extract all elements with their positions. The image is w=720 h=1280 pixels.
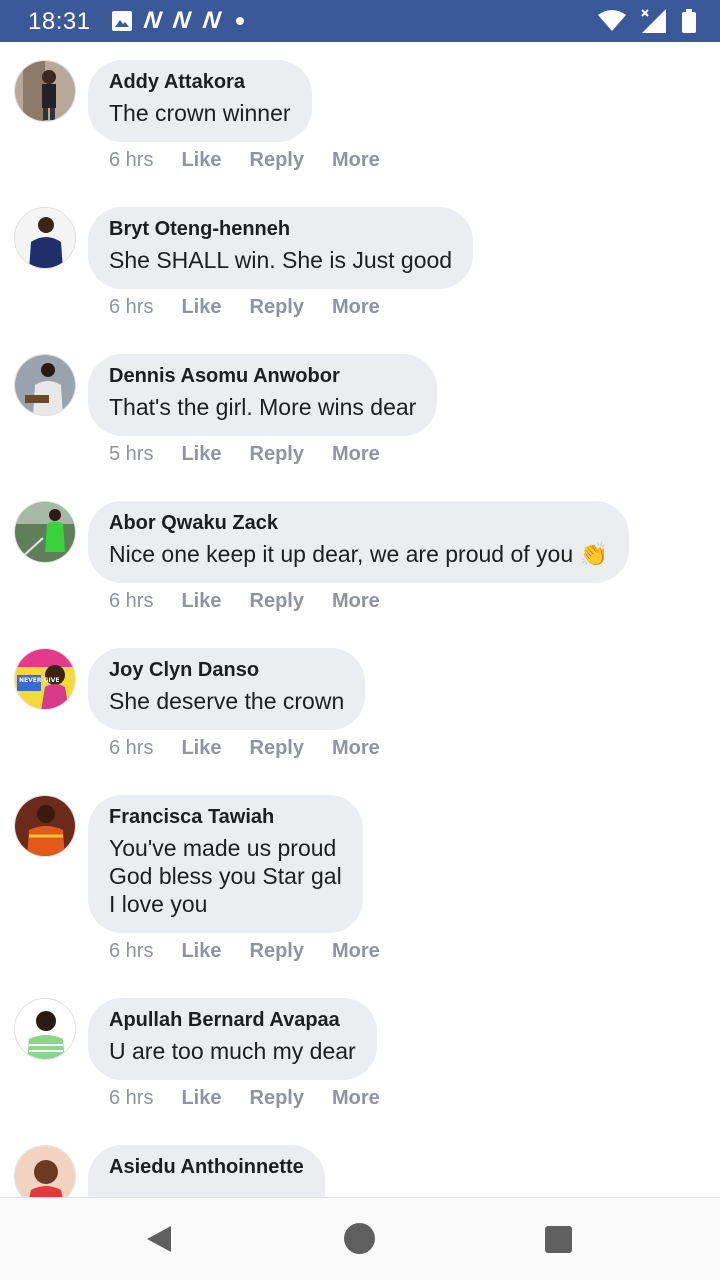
- comment-time[interactable]: 6 hrs: [109, 149, 153, 172]
- n-icon: N: [171, 7, 193, 34]
- comment-bubble[interactable]: Addy Attakora The crown winner: [88, 60, 312, 142]
- avatar[interactable]: NEVER GIVE: [14, 648, 76, 710]
- comment-time[interactable]: 5 hrs: [109, 443, 153, 466]
- like-button[interactable]: Like: [181, 940, 221, 963]
- recent-apps-icon[interactable]: [545, 1226, 572, 1253]
- comment-text: That's the girl. More wins dear: [109, 394, 417, 420]
- comment-bubble[interactable]: Dennis Asomu Anwobor That's the girl. Mo…: [88, 354, 438, 436]
- comment-actions: 6 hrs Like Reply More: [109, 940, 408, 963]
- comment-text: The crown winner: [109, 100, 291, 126]
- comment-actions: 6 hrs Like Reply More: [109, 296, 408, 319]
- comment-bubble[interactable]: Abor Qwaku Zack Nice one keep it up dear…: [88, 501, 630, 583]
- commenter-name[interactable]: Joy Clyn Danso: [109, 658, 344, 682]
- comment-text: Nice one keep it up dear, we are proud o…: [109, 541, 609, 567]
- more-button[interactable]: More: [332, 443, 380, 466]
- reply-button[interactable]: Reply: [250, 737, 304, 760]
- battery-icon: [682, 9, 696, 33]
- comment-time[interactable]: 6 hrs: [109, 296, 153, 319]
- status-bar: 18:31 N N N: [0, 0, 720, 42]
- commenter-name[interactable]: Addy Attakora: [109, 70, 291, 94]
- reply-button[interactable]: Reply: [250, 590, 304, 613]
- reply-button[interactable]: Reply: [250, 296, 304, 319]
- like-button[interactable]: Like: [181, 737, 221, 760]
- comment-time[interactable]: 6 hrs: [109, 737, 153, 760]
- comment-bubble[interactable]: Francisca Tawiah You've made us proud Go…: [88, 795, 363, 933]
- commenter-name[interactable]: Apullah Bernard Avapaa: [109, 1008, 356, 1032]
- avatar[interactable]: [14, 501, 76, 563]
- like-button[interactable]: Like: [181, 443, 221, 466]
- comment-bubble[interactable]: Bryt Oteng-henneh She SHALL win. She is …: [88, 207, 474, 289]
- more-button[interactable]: More: [332, 296, 380, 319]
- back-icon[interactable]: [145, 1224, 173, 1254]
- comment-text: She SHALL win. She is Just good: [109, 247, 453, 273]
- more-button[interactable]: More: [332, 149, 380, 172]
- n-icon: N: [200, 7, 222, 34]
- comments-feed[interactable]: Addy Attakora The crown winner 6 hrs Lik…: [0, 42, 720, 1197]
- more-button[interactable]: More: [332, 590, 380, 613]
- comment-bubble[interactable]: Asiedu Anthoinnette: [88, 1145, 325, 1197]
- navigation-bar: [0, 1197, 720, 1280]
- avatar[interactable]: [14, 354, 76, 416]
- avatar[interactable]: [14, 60, 76, 122]
- commenter-name[interactable]: Abor Qwaku Zack: [109, 511, 608, 535]
- avatar-badge-text: NEVER GIVE: [19, 677, 59, 684]
- wifi-icon: [598, 10, 626, 31]
- signal-icon: [641, 9, 666, 33]
- comment-bubble[interactable]: Apullah Bernard Avapaa U are too much my…: [88, 998, 377, 1080]
- commenter-name[interactable]: Bryt Oteng-henneh: [109, 217, 452, 241]
- avatar[interactable]: [14, 207, 76, 269]
- commenter-name[interactable]: Asiedu Anthoinnette: [109, 1155, 304, 1179]
- reply-button[interactable]: Reply: [250, 940, 304, 963]
- like-button[interactable]: Like: [181, 590, 221, 613]
- commenter-name[interactable]: Dennis Asomu Anwobor: [109, 364, 416, 388]
- like-button[interactable]: Like: [181, 149, 221, 172]
- reply-button[interactable]: Reply: [250, 149, 304, 172]
- comment-actions: 6 hrs Like Reply More: [109, 737, 408, 760]
- like-button[interactable]: Like: [181, 1087, 221, 1110]
- home-icon[interactable]: [344, 1223, 375, 1254]
- like-button[interactable]: Like: [181, 296, 221, 319]
- status-time: 18:31: [28, 8, 91, 35]
- comment-time[interactable]: 6 hrs: [109, 590, 153, 613]
- avatar[interactable]: [14, 1145, 76, 1197]
- system-icons: [598, 6, 696, 36]
- comment-text: U are too much my dear: [109, 1038, 356, 1064]
- avatar[interactable]: [14, 998, 76, 1060]
- avatar[interactable]: [14, 795, 76, 857]
- more-button[interactable]: More: [332, 737, 380, 760]
- image-icon: [112, 11, 132, 31]
- dot-icon: [236, 17, 245, 25]
- comment-text: She deserve the crown: [109, 688, 345, 714]
- comment-text: You've made us proud God bless you Star …: [109, 835, 342, 917]
- reply-button[interactable]: Reply: [250, 1087, 304, 1110]
- reply-button[interactable]: Reply: [250, 443, 304, 466]
- comment-actions: 6 hrs Like Reply More: [109, 590, 408, 613]
- n-icon: N: [142, 7, 164, 34]
- comment-time[interactable]: 6 hrs: [109, 940, 153, 963]
- comment-actions: 5 hrs Like Reply More: [109, 443, 408, 466]
- comment-actions: 6 hrs Like Reply More: [109, 1087, 408, 1110]
- comment-bubble[interactable]: Joy Clyn Danso She deserve the crown: [88, 648, 366, 730]
- comment-time[interactable]: 6 hrs: [109, 1087, 153, 1110]
- more-button[interactable]: More: [332, 1087, 380, 1110]
- notification-icons: N N N: [112, 7, 245, 34]
- commenter-name[interactable]: Francisca Tawiah: [109, 805, 342, 829]
- comment-actions: 6 hrs Like Reply More: [109, 149, 408, 172]
- more-button[interactable]: More: [332, 940, 380, 963]
